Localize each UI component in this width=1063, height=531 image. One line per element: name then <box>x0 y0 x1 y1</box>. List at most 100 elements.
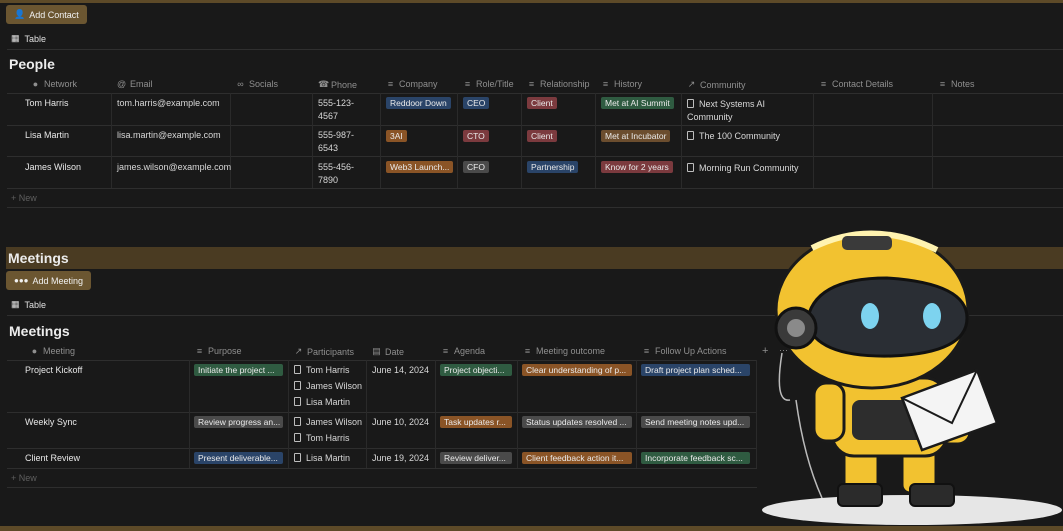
list-icon: ≡ <box>939 79 946 89</box>
role-tag[interactable]: CEO <box>463 97 490 109</box>
contact-phone-line1[interactable]: 555-123- <box>318 97 354 110</box>
meeting-date[interactable]: June 10, 2024 <box>372 416 429 429</box>
purpose-tag[interactable]: Initiate the project ... <box>194 364 283 376</box>
people-table-view-tab[interactable]: ▦ Table <box>11 33 46 44</box>
column-header-notes[interactable]: ≡ Notes <box>938 79 975 89</box>
agenda-tag[interactable]: Project objecti... <box>440 364 512 376</box>
list-icon: ≡ <box>464 79 471 89</box>
history-tag[interactable]: Met at AI Summit <box>601 97 674 109</box>
agenda-tag[interactable]: Review deliver... <box>440 452 512 464</box>
relationship-tag[interactable]: Client <box>527 130 557 142</box>
people-group-icon: ●●● <box>14 276 29 285</box>
company-tag[interactable]: Reddoor Down <box>386 97 451 109</box>
role-tag[interactable]: CTO <box>463 130 489 142</box>
row-divider <box>7 207 1063 208</box>
column-header-agenda[interactable]: ≡ Agenda <box>441 346 485 356</box>
column-header-socials[interactable]: ∞ Socials <box>236 79 278 89</box>
add-contact-button[interactable]: 👤 Add Contact <box>6 5 87 24</box>
contact-name[interactable]: Lisa Martin <box>25 129 69 142</box>
participant-link[interactable]: Lisa Martin <box>294 396 350 409</box>
column-header-relationship[interactable]: ≡ Relationship <box>527 79 590 89</box>
history-tag[interactable]: Know for 2 years <box>601 161 673 173</box>
arrow-up-right-icon: ↗ <box>687 79 696 89</box>
meeting-name[interactable]: Project Kickoff <box>25 364 82 377</box>
follow-up-tag[interactable]: Draft project plan sched... <box>641 364 750 376</box>
contact-email[interactable]: tom.harris@example.com <box>117 97 220 110</box>
contact-phone-line2[interactable]: 4567 <box>318 110 338 123</box>
meetings-title: Meetings <box>9 323 70 339</box>
community-link[interactable]: Morning Run Community <box>687 162 799 175</box>
relationship-tag[interactable]: Partnership <box>527 161 579 173</box>
participant-link[interactable]: Tom Harris <box>294 364 350 377</box>
page-icon <box>687 131 694 140</box>
participant-link[interactable]: Tom Harris <box>294 432 350 445</box>
participant-link[interactable]: James Wilson <box>294 416 362 429</box>
column-header-follow-up[interactable]: ≡ Follow Up Actions <box>642 346 727 356</box>
meetings-new-row-button[interactable]: + New <box>11 473 37 483</box>
outcome-tag[interactable]: Client feedback action it... <box>522 452 632 464</box>
column-header-phone[interactable]: ☎ Phone <box>318 79 357 90</box>
relationship-tag[interactable]: Client <box>527 97 557 109</box>
page-icon <box>294 433 301 442</box>
history-tag[interactable]: Met at Incubator <box>601 130 671 142</box>
calendar-icon: ▤ <box>372 346 381 356</box>
meeting-date[interactable]: June 14, 2024 <box>372 364 429 377</box>
meeting-name[interactable]: Weekly Sync <box>25 416 77 429</box>
add-meeting-button[interactable]: ●●● Add Meeting <box>6 271 92 290</box>
column-header-company[interactable]: ≡ Company <box>386 79 438 89</box>
company-tag[interactable]: Web3 Launch... <box>386 161 454 173</box>
list-icon: ≡ <box>387 79 394 89</box>
robot-ear-center <box>787 319 805 337</box>
role-tag[interactable]: CFO <box>463 161 489 173</box>
table-icon: ▦ <box>11 299 20 309</box>
column-divider <box>521 93 522 188</box>
community-link-line2[interactable]: Community <box>687 111 733 124</box>
agenda-tag[interactable]: Task updates r... <box>440 416 512 428</box>
meeting-date[interactable]: June 19, 2024 <box>372 452 429 465</box>
participant-link[interactable]: James Wilson <box>294 380 362 393</box>
contact-phone-line2[interactable]: 6543 <box>318 142 338 155</box>
company-tag[interactable]: 3AI <box>386 130 407 142</box>
people-title: People <box>9 56 55 72</box>
link-icon: ∞ <box>237 79 244 89</box>
purpose-tag[interactable]: Present deliverable... <box>194 452 283 464</box>
column-header-date[interactable]: ▤ Date <box>372 346 404 357</box>
contact-name[interactable]: Tom Harris <box>25 97 69 110</box>
column-header-meeting-outcome[interactable]: ≡ Meeting outcome <box>523 346 605 356</box>
community-link[interactable]: Next Systems AI <box>687 98 765 111</box>
outcome-tag[interactable]: Status updates resolved ... <box>522 416 632 428</box>
contact-name[interactable]: James Wilson <box>25 161 81 174</box>
column-header-participants[interactable]: ↗ Participants <box>294 346 354 357</box>
contact-phone-line2[interactable]: 7890 <box>318 174 338 187</box>
robot-right-eye <box>923 303 941 329</box>
column-header-contact-details[interactable]: ≡ Contact Details <box>819 79 893 89</box>
contact-email[interactable]: lisa.martin@example.com <box>117 129 221 142</box>
row-divider <box>7 468 757 469</box>
follow-up-tag[interactable]: Send meeting notes upd... <box>641 416 750 428</box>
people-new-row-button[interactable]: + New <box>11 193 37 203</box>
participant-link[interactable]: Lisa Martin <box>294 452 350 465</box>
row-divider <box>7 412 757 413</box>
list-icon: ≡ <box>820 79 827 89</box>
page-icon <box>294 397 301 406</box>
purpose-tag[interactable]: Review progress an... <box>194 416 283 428</box>
list-icon: ≡ <box>524 346 531 356</box>
column-header-purpose[interactable]: ≡ Purpose <box>195 346 242 356</box>
meetings-table-view-tab[interactable]: ▦ Table <box>11 299 46 310</box>
community-link[interactable]: The 100 Community <box>687 130 780 143</box>
column-header-network[interactable]: ● Network <box>31 79 77 89</box>
follow-up-tag[interactable]: Incorporate feedback sc... <box>641 452 750 464</box>
contact-phone-line1[interactable]: 555-987- <box>318 129 354 142</box>
contact-email[interactable]: james.wilson@example.com <box>117 161 231 174</box>
column-header-email[interactable]: @ Email <box>117 79 153 89</box>
page-icon <box>294 381 301 390</box>
page-icon <box>687 163 694 172</box>
column-header-history[interactable]: ≡ History <box>601 79 642 89</box>
row-divider <box>7 156 1063 157</box>
column-header-role[interactable]: ≡ Role/Title <box>463 79 514 89</box>
column-header-community[interactable]: ↗ Community <box>687 79 746 90</box>
contact-phone-line1[interactable]: 555-456- <box>318 161 354 174</box>
meeting-name[interactable]: Client Review <box>25 452 80 465</box>
column-header-meeting[interactable]: ● Meeting <box>30 346 75 356</box>
outcome-tag[interactable]: Clear understanding of p... <box>522 364 632 376</box>
